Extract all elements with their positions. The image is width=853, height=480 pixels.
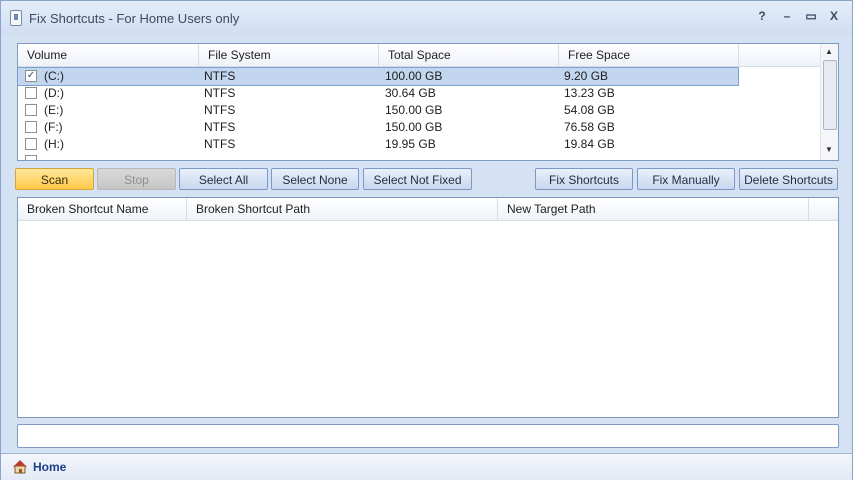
- scroll-down-icon[interactable]: ▼: [825, 145, 833, 154]
- volume-free-space: 54.08 GB: [564, 103, 615, 117]
- minimize-button[interactable]: –: [778, 9, 796, 25]
- stop-button[interactable]: Stop: [97, 168, 176, 190]
- column-header-broken-path[interactable]: Broken Shortcut Path: [187, 198, 498, 220]
- volume-row[interactable]: (F:) NTFS 150.00 GB 76.58 GB: [18, 119, 738, 136]
- volume-free-space: 76.58 GB: [564, 120, 615, 134]
- column-header-broken-name[interactable]: Broken Shortcut Name: [18, 198, 187, 220]
- volume-list-header: Volume File System Total Space Free Spac…: [18, 44, 820, 67]
- fix-shortcuts-button[interactable]: Fix Shortcuts: [535, 168, 633, 190]
- bottom-nav-bar: Home: [1, 453, 852, 480]
- volume-name: (E:): [44, 103, 64, 117]
- volume-name: (D:): [44, 86, 64, 100]
- volume-row[interactable]: (H:) NTFS 19.95 GB 19.84 GB: [18, 136, 738, 153]
- column-header-free-space[interactable]: Free Space: [559, 44, 739, 66]
- volume-list: Volume File System Total Space Free Spac…: [17, 43, 839, 161]
- window-title: Fix Shortcuts - For Home Users only: [29, 11, 240, 26]
- close-button[interactable]: X: [825, 9, 843, 25]
- volume-checkbox[interactable]: [25, 138, 37, 150]
- volume-checkbox[interactable]: [25, 104, 37, 116]
- maximize-button[interactable]: ▭: [802, 9, 820, 25]
- volume-name: (F:): [44, 120, 63, 134]
- broken-shortcuts-list[interactable]: Broken Shortcut Name Broken Shortcut Pat…: [17, 197, 839, 418]
- volume-checkbox[interactable]: [25, 87, 37, 99]
- volume-free-space: 19.84 GB: [564, 137, 615, 151]
- app-window: Fix Shortcuts - For Home Users only ? – …: [0, 0, 853, 480]
- volume-file-system: NTFS: [204, 120, 236, 134]
- volume-free-space: 9.20 GB: [564, 69, 609, 83]
- fix-manually-button[interactable]: Fix Manually: [637, 168, 735, 190]
- volume-file-system: NTFS: [204, 103, 236, 117]
- volume-list-scrollbar[interactable]: ▲ ▼: [820, 44, 838, 160]
- app-icon: [10, 10, 22, 26]
- volume-total-space: 150.00 GB: [385, 103, 443, 117]
- column-header-new-target[interactable]: New Target Path: [498, 198, 809, 220]
- volume-row[interactable]: ✓ (C:) NTFS 100.00 GB 9.20 GB: [18, 67, 739, 86]
- volume-row[interactable]: (E:) NTFS 150.00 GB 54.08 GB: [18, 102, 738, 119]
- scroll-thumb[interactable]: [823, 60, 837, 130]
- help-button[interactable]: ?: [753, 9, 771, 25]
- volume-checkbox[interactable]: ✓: [25, 70, 37, 82]
- volume-checkbox[interactable]: [25, 155, 37, 160]
- scroll-up-icon[interactable]: ▲: [825, 47, 833, 56]
- volume-file-system: NTFS: [204, 69, 236, 83]
- volume-name: (C:): [44, 69, 64, 83]
- volume-total-space: 19.95 GB: [385, 137, 436, 151]
- check-icon: ✓: [26, 70, 36, 81]
- select-none-button[interactable]: Select None: [271, 168, 359, 190]
- volume-name: (H:): [44, 137, 64, 151]
- scan-button[interactable]: Scan: [15, 168, 94, 190]
- volume-file-system: NTFS: [204, 86, 236, 100]
- select-all-button[interactable]: Select All: [179, 168, 268, 190]
- volume-total-space: 150.00 GB: [385, 120, 443, 134]
- volume-free-space: 13.23 GB: [564, 86, 615, 100]
- volume-total-space: 30.64 GB: [385, 86, 436, 100]
- results-header: Broken Shortcut Name Broken Shortcut Pat…: [18, 198, 838, 221]
- home-link[interactable]: Home: [33, 460, 66, 474]
- volume-checkbox[interactable]: [25, 121, 37, 133]
- column-header-file-system[interactable]: File System: [199, 44, 379, 66]
- title-bar: Fix Shortcuts - For Home Users only ? – …: [1, 1, 852, 35]
- select-not-fixed-button[interactable]: Select Not Fixed: [363, 168, 472, 190]
- volume-row-partial[interactable]: [18, 153, 738, 160]
- volume-row[interactable]: (D:) NTFS 30.64 GB 13.23 GB: [18, 85, 738, 102]
- delete-shortcuts-button[interactable]: Delete Shortcuts: [739, 168, 838, 190]
- volume-file-system: NTFS: [204, 137, 236, 151]
- volume-total-space: 100.00 GB: [385, 69, 443, 83]
- status-field: [17, 424, 839, 448]
- home-icon[interactable]: [12, 459, 28, 474]
- column-header-total-space[interactable]: Total Space: [379, 44, 559, 66]
- column-header-volume[interactable]: Volume: [18, 44, 199, 66]
